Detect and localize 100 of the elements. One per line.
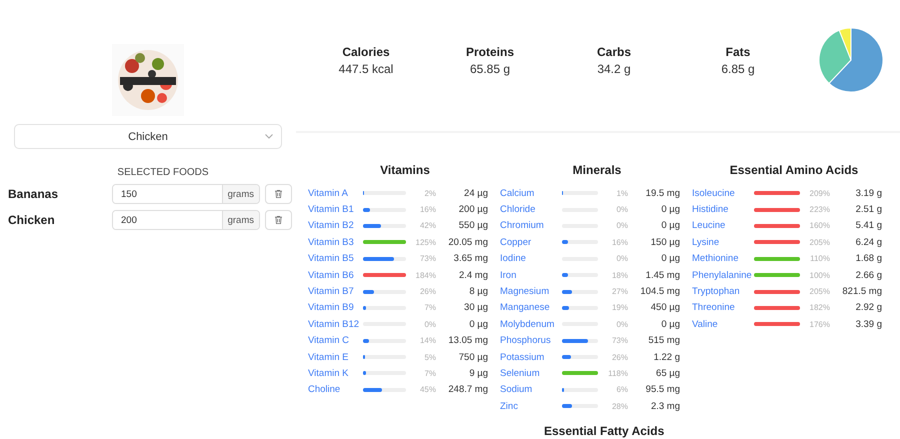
section-title: Minerals [572, 163, 622, 177]
nutrient-link[interactable]: Methionine [692, 253, 752, 264]
amount-text: 2.66 g [854, 270, 882, 281]
amount-text: 9 µg [468, 368, 488, 379]
section-title: Essential Fatty Acids [544, 424, 664, 438]
amount-text: 2.3 mg [650, 400, 680, 412]
amount-text: 821.5 mg [841, 286, 882, 298]
stat-label: Fats [726, 45, 750, 59]
amount-text: 0 µg [660, 253, 680, 264]
percent-text: 45% [418, 385, 436, 394]
percent-text: 100% [808, 270, 830, 280]
nutrient-link[interactable]: Vitamin C [308, 335, 361, 346]
stat-value: 447.5 kcal [338, 62, 394, 76]
percent-text: 125% [414, 238, 436, 247]
percent-text: 182% [808, 303, 830, 312]
nutrient-link[interactable]: Leucine [692, 220, 752, 232]
amount-field[interactable]: 200 grams [112, 210, 260, 230]
amount-text: 0 µg [660, 204, 680, 216]
nutrient-link[interactable]: Choline [308, 384, 361, 396]
amount-text: 2.4 mg [458, 270, 488, 281]
stat-value: 65.85 g [470, 62, 510, 76]
amount-text: 24 µg [463, 188, 488, 199]
amount-text: 104.5 mg [639, 286, 680, 298]
section-label: SELECTED FOODS [117, 167, 209, 178]
nutrient-link[interactable]: Molybdenum [500, 318, 560, 330]
amount-text: 0 µg [660, 318, 680, 330]
nutrient-link[interactable]: Copper [500, 236, 560, 248]
percent-text: 160% [808, 221, 830, 230]
nutrient-link[interactable]: Vitamin B2 [308, 220, 361, 232]
amount-text: 750 µg [458, 352, 488, 363]
delete-button[interactable] [265, 184, 292, 204]
nutrient-link[interactable]: Vitamin B6 [308, 270, 361, 281]
nutrient-link[interactable]: Magnesium [500, 286, 560, 298]
amount-text: 200 µg [458, 204, 488, 216]
nutrient-link[interactable]: Calcium [500, 188, 560, 199]
nutrient-link[interactable]: Chromium [500, 220, 560, 232]
percent-text: 205% [808, 287, 830, 296]
percent-text: 118% [607, 368, 628, 378]
percent-text: 42% [418, 221, 436, 230]
percent-text: 184% [414, 270, 436, 280]
nutrient-link[interactable]: Vitamin B9 [308, 302, 361, 314]
percent-text: 209% [808, 188, 830, 198]
nutrient-link[interactable]: Sodium [500, 384, 560, 396]
nutrient-link[interactable]: Histidine [692, 204, 752, 216]
nutrient-link[interactable]: Valine [692, 318, 752, 330]
amount-field[interactable]: 150 grams [112, 184, 260, 204]
amount-text: 515 mg [647, 335, 680, 346]
percent-text: 0% [423, 320, 436, 329]
nutrient-link[interactable]: Vitamin K [308, 368, 361, 379]
amount-text: 8 µg [468, 286, 488, 298]
nutrient-link[interactable]: Zinc [500, 400, 560, 412]
nutrient-link[interactable]: Lysine [692, 236, 752, 248]
trash-icon [275, 216, 282, 224]
nutrient-link[interactable]: Isoleucine [692, 188, 752, 199]
nutrient-link[interactable]: Tryptophan [692, 286, 752, 298]
nutrient-link[interactable]: Vitamin B12 [308, 318, 361, 330]
amount-text: 2.51 g [854, 204, 882, 216]
percent-text: 16% [418, 205, 436, 214]
food-dropdown[interactable]: Chicken [14, 124, 282, 149]
nutrient-link[interactable]: Iron [500, 270, 560, 281]
nutrient-link[interactable]: Vitamin A [308, 188, 361, 199]
nutrient-link[interactable]: Vitamin B5 [308, 253, 361, 264]
delete-button[interactable] [265, 210, 292, 230]
nutrient-link[interactable]: Phenylalanine [692, 270, 752, 281]
amount-text: 30 µg [463, 302, 488, 314]
percent-text: 176% [808, 320, 830, 329]
percent-text: 1% [615, 188, 628, 198]
nutrient-link[interactable]: Selenium [500, 368, 560, 379]
percent-text: 26% [418, 287, 436, 296]
nutrient-link[interactable]: Threonine [692, 302, 752, 314]
amount-text: 1.45 mg [644, 270, 680, 281]
nutrient-link[interactable]: Vitamin B1 [308, 204, 361, 216]
amount-text: 0 µg [660, 220, 680, 232]
percent-text: 0% [615, 221, 628, 230]
nutrient-link[interactable]: Phosphorus [500, 335, 560, 346]
percent-text: 0% [615, 320, 628, 329]
amount-text: 3.65 mg [452, 253, 488, 264]
amount-text: 19.5 mg [644, 188, 680, 199]
amount-text: 550 µg [458, 220, 488, 232]
nutrient-link[interactable]: Vitamin B7 [308, 286, 361, 298]
percent-text: 18% [610, 270, 628, 280]
nutrient-link[interactable]: Vitamin B3 [308, 236, 361, 248]
percent-text: 28% [610, 402, 628, 411]
nutrient-link[interactable]: Chloride [500, 204, 560, 216]
stat-label: Proteins [466, 45, 514, 59]
stat-label: Calories [342, 45, 390, 59]
amount-text: 20.05 mg [447, 236, 488, 248]
food-name: Chicken [8, 213, 56, 227]
percent-text: 5% [423, 352, 436, 362]
amount-text: 1.68 g [854, 253, 882, 264]
unit-label: grams [222, 211, 259, 229]
amount-text: 2.92 g [854, 302, 882, 314]
percent-text: 26% [610, 352, 628, 362]
nutrient-link[interactable]: Potassium [500, 352, 560, 363]
nutrient-link[interactable]: Iodine [500, 253, 560, 264]
percent-text: 14% [418, 336, 436, 346]
percent-text: 16% [610, 238, 628, 247]
nutrient-link[interactable]: Vitamin E [308, 352, 361, 363]
amount-text: 5.41 g [854, 220, 882, 232]
nutrient-link[interactable]: Manganese [500, 302, 560, 314]
